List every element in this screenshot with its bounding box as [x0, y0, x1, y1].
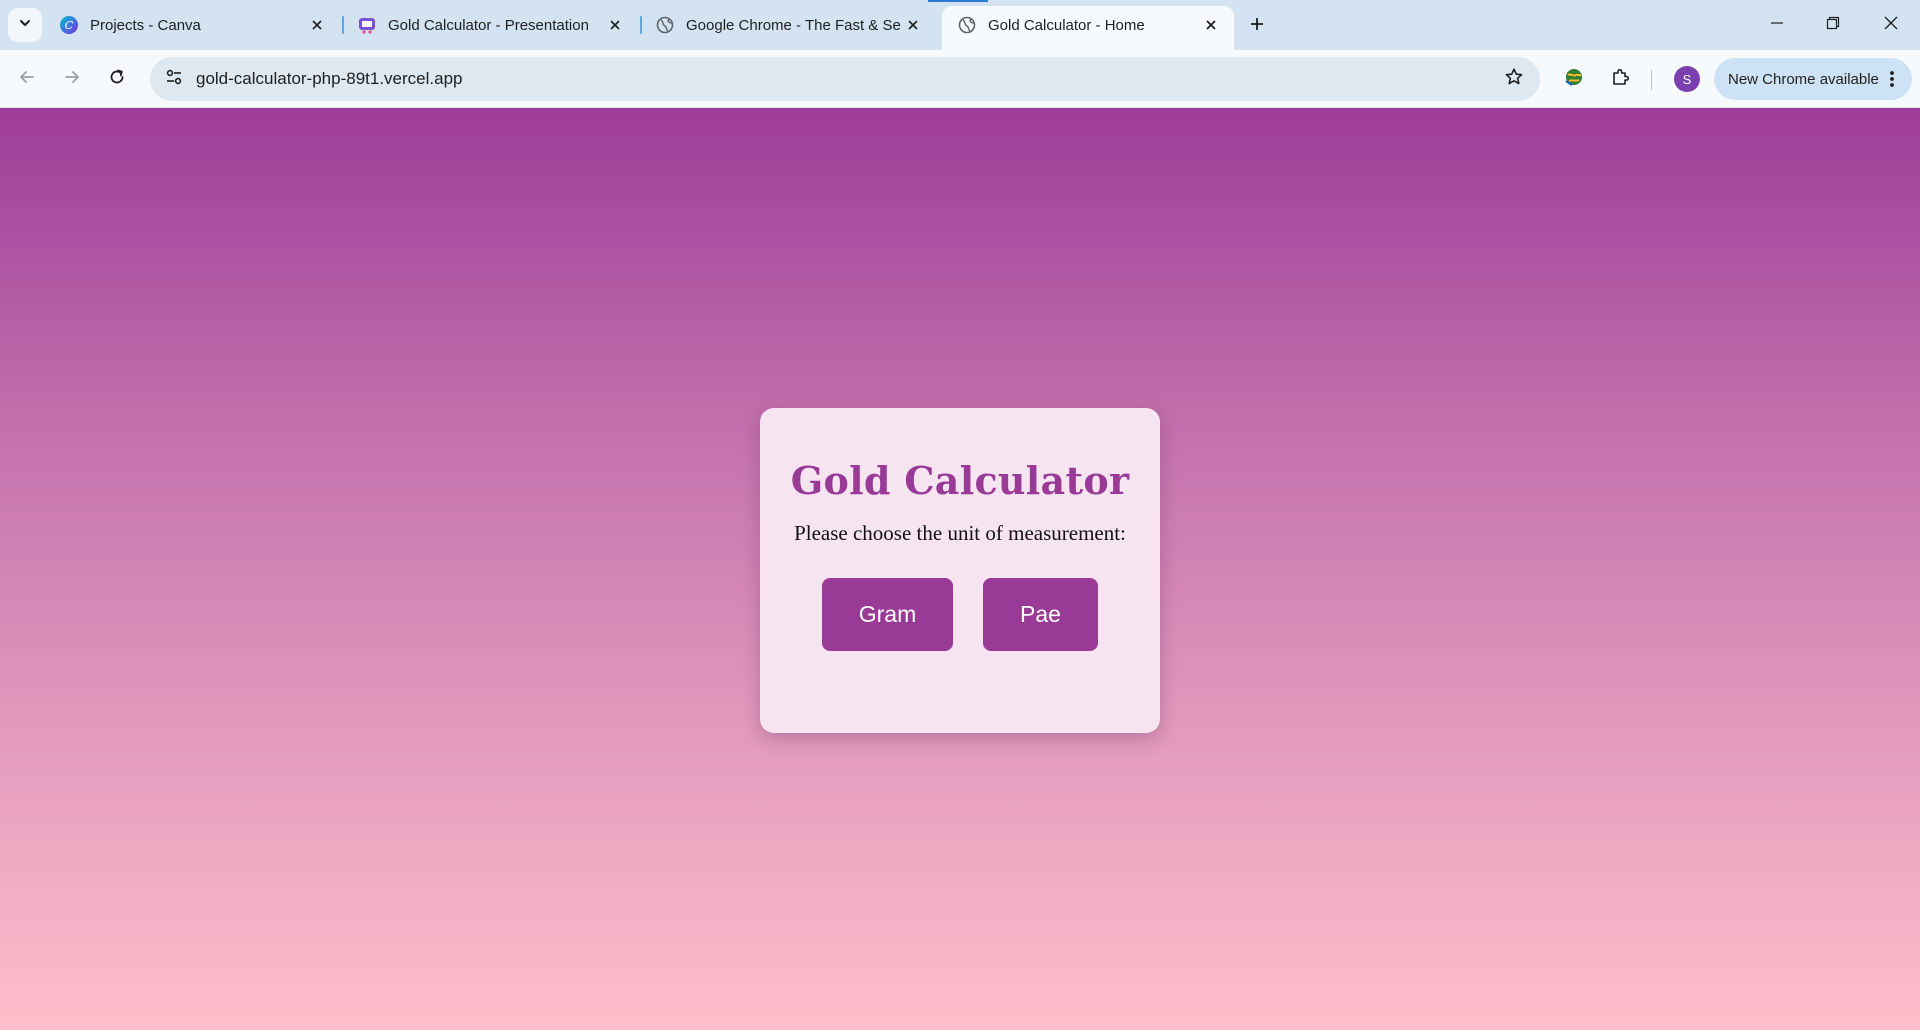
chevron-down-icon: [18, 16, 32, 35]
close-tab-icon[interactable]: [306, 14, 328, 36]
minimize-button[interactable]: [1762, 10, 1792, 40]
extension-button[interactable]: [1557, 62, 1591, 96]
svg-text:C: C: [65, 19, 74, 32]
restore-icon: [1826, 16, 1840, 35]
close-tab-icon[interactable]: [1200, 14, 1222, 36]
close-tab-icon[interactable]: [604, 14, 626, 36]
url-text[interactable]: gold-calculator-php-89t1.vercel.app: [196, 69, 1496, 89]
page-content: Gold Calculator Please choose the unit o…: [0, 108, 1920, 1030]
extension-globe-icon: [1563, 66, 1585, 93]
reload-button[interactable]: [100, 62, 134, 96]
presentation-icon: [358, 16, 376, 34]
tab-title: Projects - Canva: [90, 16, 201, 34]
tab-loading-indicator: [928, 0, 988, 2]
page-title: Gold Calculator: [790, 458, 1130, 503]
unit-prompt: Please choose the unit of measurement:: [794, 521, 1126, 545]
globe-icon: [656, 16, 674, 34]
restore-button[interactable]: [1818, 10, 1848, 40]
bookmark-button[interactable]: [1496, 61, 1532, 97]
extensions-menu-button[interactable]: [1603, 62, 1637, 96]
arrow-left-icon: [18, 68, 36, 91]
back-button[interactable]: [10, 62, 44, 96]
reload-icon: [108, 68, 126, 91]
site-info-button[interactable]: [154, 59, 194, 99]
gram-button[interactable]: Gram: [822, 578, 953, 651]
arrow-right-icon: [63, 68, 81, 91]
tab-gold-calculator-presentation[interactable]: Gold Calculator - Presentation: [342, 6, 638, 44]
address-bar[interactable]: gold-calculator-php-89t1.vercel.app: [150, 57, 1540, 101]
tab-google-chrome[interactable]: Google Chrome - The Fast & Se: [640, 6, 936, 44]
chrome-update-button[interactable]: New Chrome available: [1714, 58, 1912, 100]
tune-icon: [164, 67, 184, 92]
plus-icon: [1249, 16, 1265, 37]
browser-toolbar: gold-calculator-php-89t1.vercel.app S Ne…: [0, 50, 1920, 108]
close-icon: [1883, 15, 1899, 36]
tab-title: Gold Calculator - Presentation: [388, 16, 589, 34]
tab-search-button[interactable]: [8, 8, 42, 42]
profile-avatar[interactable]: S: [1674, 66, 1700, 92]
star-icon: [1504, 67, 1524, 92]
puzzle-icon: [1610, 67, 1630, 92]
minimize-icon: [1770, 16, 1784, 35]
update-label: New Chrome available: [1728, 70, 1879, 88]
new-tab-button[interactable]: [1243, 12, 1271, 40]
tab-gold-calculator-home[interactable]: Gold Calculator - Home: [942, 6, 1234, 50]
close-tab-icon[interactable]: [902, 14, 924, 36]
more-vert-icon[interactable]: [1882, 68, 1902, 90]
tab-title: Gold Calculator - Home: [988, 16, 1145, 34]
close-window-button[interactable]: [1876, 10, 1906, 40]
globe-icon: [958, 16, 976, 34]
tab-projects-canva[interactable]: C Projects - Canva: [44, 6, 340, 44]
unit-selection-card: Gold Calculator Please choose the unit o…: [760, 408, 1160, 733]
tab-title: Google Chrome - The Fast & Se: [686, 16, 901, 34]
toolbar-divider: [1651, 70, 1652, 90]
canva-icon: C: [60, 16, 78, 34]
unit-button-row: Gram Pae: [760, 578, 1160, 651]
tab-strip: C Projects - Canva Gold Calculator - Pre…: [0, 0, 1920, 50]
pae-button[interactable]: Pae: [983, 578, 1098, 651]
forward-button[interactable]: [55, 62, 89, 96]
